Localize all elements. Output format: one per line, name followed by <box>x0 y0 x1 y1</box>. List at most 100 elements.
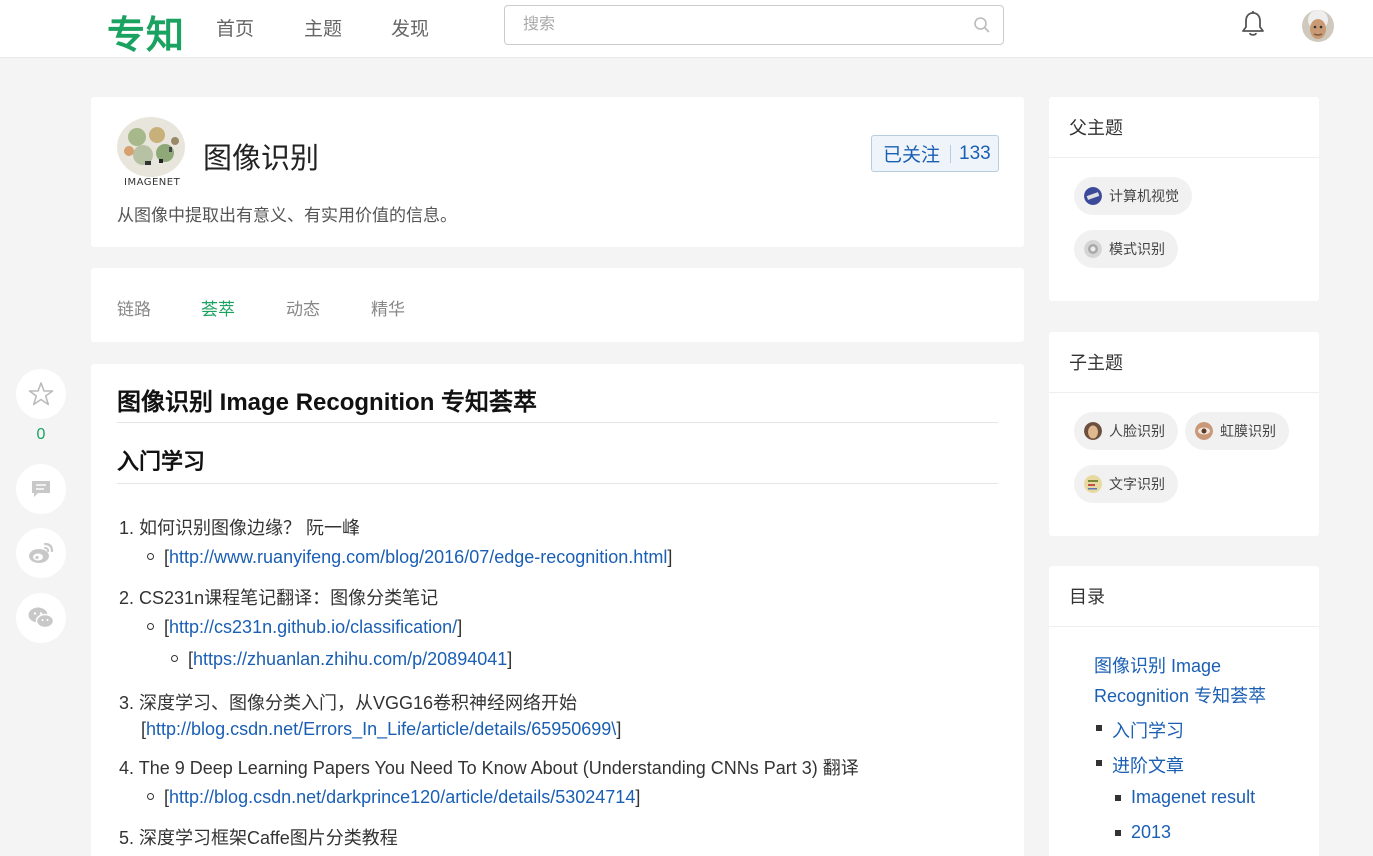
item-number: 2. <box>119 588 135 608</box>
toc-link-2013[interactable]: 2013 <box>1131 822 1171 843</box>
chip-label: 文字识别 <box>1109 476 1165 492</box>
list-subitem: [http://blog.csdn.net/darkprince120/arti… <box>147 787 640 808</box>
chip-label: 计算机视觉 <box>1109 188 1179 204</box>
content-card: 图像识别 Image Recognition 专知荟萃 入门学习 1. 如何识别… <box>91 364 1024 856</box>
bullet <box>147 792 154 800</box>
topic-chip-face-recognition[interactable]: 人脸识别 <box>1074 412 1178 450</box>
item-text: 如何识别图像边缘？ 阮一峰 <box>139 518 361 538</box>
article-link[interactable]: https://zhuanlan.zhihu.com/p/20894041 <box>193 649 507 669</box>
bullet <box>1115 795 1121 801</box>
topic-chip-text-recognition[interactable]: 文字识别 <box>1074 465 1178 503</box>
toc-link-intro[interactable]: 入门学习 <box>1112 717 1184 743</box>
item-number: 4. <box>119 758 135 778</box>
article-link[interactable]: http://cs231n.github.io/classification/ <box>169 617 457 637</box>
list-subitem: [http://cs231n.github.io/classification/… <box>147 617 462 638</box>
tab-collection[interactable]: 荟萃 <box>201 295 235 320</box>
site-logo[interactable]: 专知 <box>107 4 185 59</box>
bullet <box>147 622 154 630</box>
divider <box>117 422 998 423</box>
follow-button[interactable]: 已关注 133 <box>871 135 999 172</box>
pattern-recognition-icon <box>1084 240 1102 258</box>
divider <box>1049 626 1319 627</box>
tab-links[interactable]: 链路 <box>117 295 151 320</box>
child-topics-title: 子主题 <box>1069 353 1123 373</box>
bullet <box>1115 830 1121 836</box>
wechat-share-button[interactable] <box>16 593 66 643</box>
topic-header-card: IMAGENET 图像识别 已关注 133 从图像中提取出有意义、有实用价值的信… <box>91 97 1024 247</box>
toc-link-advanced[interactable]: 进阶文章 <box>1112 752 1184 778</box>
follow-label: 已关注 <box>883 145 941 166</box>
topic-chip-iris-recognition[interactable]: 虹膜识别 <box>1185 412 1289 450</box>
star-icon <box>28 382 54 406</box>
bullet <box>171 654 178 662</box>
article-title: 图像识别 Image Recognition 专知荟萃 <box>117 389 538 416</box>
toc-card: 目录 图像识别 Image Recognition 专知荟萃 入门学习 进阶文章… <box>1049 566 1319 856</box>
article-link[interactable]: http://blog.csdn.net/darkprince120/artic… <box>169 787 635 807</box>
item-number: 5. <box>119 828 135 848</box>
iris-recognition-icon <box>1195 422 1213 440</box>
user-avatar[interactable] <box>1302 10 1334 42</box>
bullet <box>1096 725 1102 731</box>
list-item: 1. 如何识别图像边缘？ 阮一峰 <box>119 514 360 540</box>
face-recognition-icon <box>1084 422 1102 440</box>
divider <box>1049 157 1319 158</box>
list-item: 2. CS231n课程笔记翻译：图像分类笔记 <box>119 584 438 610</box>
text-recognition-icon <box>1084 475 1102 493</box>
topic-logo: IMAGENET <box>115 115 187 193</box>
list-item: 4. The 9 Deep Learning Papers You Need T… <box>119 754 859 780</box>
nav-discover[interactable]: 发现 <box>391 14 429 41</box>
parent-topics-card: 父主题 计算机视觉 模式识别 <box>1049 97 1319 301</box>
article-link[interactable]: http://blog.csdn.net/Errors_In_Life/arti… <box>146 719 616 739</box>
search-input[interactable] <box>523 7 963 43</box>
computer-vision-icon <box>1084 187 1102 205</box>
divider <box>1049 392 1319 393</box>
topic-chip-pattern-recognition[interactable]: 模式识别 <box>1074 230 1178 268</box>
weibo-share-button[interactable] <box>16 528 66 578</box>
list-item-continued: [http://blog.csdn.net/Errors_In_Life/art… <box>141 719 622 739</box>
search-box <box>504 5 1004 45</box>
item-text: 深度学习框架Caffe图片分类教程 <box>139 828 398 848</box>
tab-feed[interactable]: 动态 <box>286 295 320 320</box>
toc-link-main[interactable]: 图像识别 Image <box>1094 652 1221 678</box>
star-count: 0 <box>36 426 46 443</box>
divider <box>117 483 998 484</box>
article-link[interactable]: http://www.ruanyifeng.com/blog/2016/07/e… <box>169 547 667 567</box>
nav-home[interactable]: 首页 <box>216 14 254 41</box>
toc-title: 目录 <box>1069 587 1105 607</box>
weibo-icon <box>29 542 54 563</box>
star-button[interactable] <box>16 369 66 419</box>
topic-chip-computer-vision[interactable]: 计算机视觉 <box>1074 177 1192 215</box>
item-text: 深度学习、图像分类入门，从VGG16卷积神经网络开始 <box>139 693 578 713</box>
top-navbar: 专知 首页 主题 发现 <box>0 0 1373 58</box>
section-heading: 入门学习 <box>117 449 206 474</box>
imagenet-caption: IMAGENET <box>124 177 181 188</box>
toc-link-imagenet[interactable]: Imagenet result <box>1131 787 1255 808</box>
list-subitem: [https://zhuanlan.zhihu.com/p/20894041] <box>171 649 512 670</box>
follower-count: 133 <box>959 142 991 164</box>
chip-label: 虹膜识别 <box>1220 423 1276 439</box>
list-item: 5. 深度学习框架Caffe图片分类教程 <box>119 824 398 850</box>
item-number: 1. <box>119 518 135 538</box>
topic-description: 从图像中提取出有意义、有实用价值的信息。 <box>117 206 457 226</box>
comment-icon <box>32 481 50 497</box>
list-item: 3. 深度学习、图像分类入门，从VGG16卷积神经网络开始 <box>119 689 577 715</box>
parent-topics-title: 父主题 <box>1069 118 1123 138</box>
bell-icon[interactable] <box>1240 10 1266 38</box>
search-icon[interactable] <box>973 16 991 34</box>
chip-label: 模式识别 <box>1109 241 1165 257</box>
chip-label: 人脸识别 <box>1109 423 1165 439</box>
bullet <box>1096 760 1102 766</box>
bullet <box>147 552 154 560</box>
tab-featured[interactable]: 精华 <box>371 295 405 320</box>
comment-button[interactable] <box>16 464 66 514</box>
item-text: The 9 Deep Learning Papers You Need To K… <box>138 758 859 778</box>
item-number: 3. <box>119 693 135 713</box>
item-text: CS231n课程笔记翻译：图像分类笔记 <box>139 588 439 608</box>
toc-link-main-cont[interactable]: Recognition 专知荟萃 <box>1094 682 1266 708</box>
nav-topics[interactable]: 主题 <box>304 14 342 41</box>
topic-tabs: 链路 荟萃 动态 精华 <box>91 268 1024 342</box>
topic-title: 图像识别 <box>203 141 320 175</box>
wechat-icon <box>28 607 55 629</box>
list-subitem: [http://www.ruanyifeng.com/blog/2016/07/… <box>147 547 672 568</box>
divider <box>950 144 952 163</box>
